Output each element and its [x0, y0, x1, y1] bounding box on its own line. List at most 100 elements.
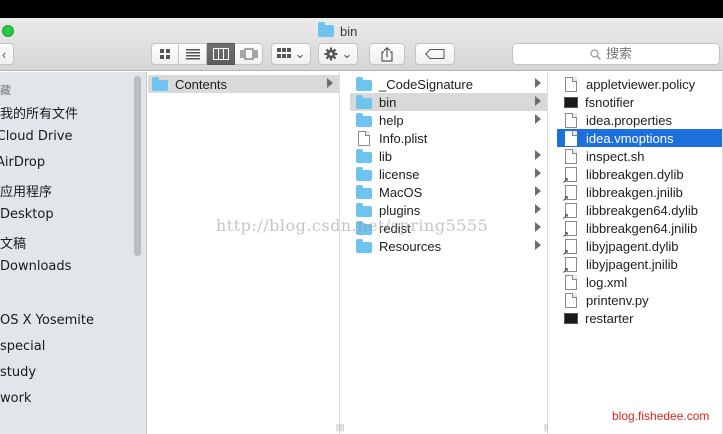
- disclosure-arrow-icon: [535, 240, 541, 250]
- folder-icon: [356, 148, 372, 163]
- list-icon: [185, 49, 200, 60]
- folder-icon: [356, 184, 372, 199]
- folder-icon: [356, 220, 372, 235]
- top-strip: [0, 0, 723, 18]
- file-row[interactable]: printenv.py: [557, 291, 722, 309]
- item-name: lib: [379, 148, 393, 164]
- file-row[interactable]: Info.plist: [350, 129, 547, 147]
- file-row[interactable]: idea.vmoptions: [557, 129, 722, 147]
- back-icon: ‹: [1, 46, 7, 62]
- icon-grid-icon: [160, 49, 170, 59]
- file-row[interactable]: libbreakgen.dylib: [557, 165, 722, 185]
- item-name: plugins: [379, 202, 421, 218]
- document-icon: [565, 130, 577, 146]
- item-name: MacOS: [379, 184, 423, 200]
- back-button[interactable]: ‹: [0, 43, 14, 65]
- document-icon: [565, 76, 577, 92]
- file-row[interactable]: fsnotifier: [557, 93, 722, 111]
- folder-icon: [356, 76, 372, 91]
- disclosure-arrow-icon: [327, 78, 333, 88]
- tag-button[interactable]: [415, 43, 455, 65]
- file-row[interactable]: restarter: [557, 309, 722, 327]
- file-row[interactable]: log.xml: [557, 273, 722, 291]
- gear-icon: [324, 47, 338, 61]
- folder-row[interactable]: help: [350, 111, 547, 129]
- file-row[interactable]: libyjpagent.dylib: [557, 237, 722, 257]
- sidebar-header-favorites: 藏: [0, 84, 11, 97]
- item-name: redist: [379, 220, 411, 236]
- item-name: Info.plist: [379, 130, 428, 146]
- column-view-button[interactable]: [207, 43, 235, 65]
- document-icon: [565, 274, 577, 290]
- folder-row[interactable]: _CodeSignature: [350, 75, 547, 93]
- window-control-dot[interactable]: [2, 25, 14, 37]
- sidebar-item-airdrop[interactable]: AirDrop: [0, 155, 45, 170]
- view-mode-group: [151, 43, 263, 65]
- sidebar-device-work[interactable]: work: [0, 391, 31, 406]
- sidebar-item-documents[interactable]: 文稿: [0, 233, 26, 252]
- file-row[interactable]: libbreakgen64.dylib: [557, 201, 722, 221]
- item-name: inspect.sh: [586, 148, 645, 164]
- sidebar-item-applications[interactable]: 应用程序: [0, 181, 52, 200]
- folder-icon: [356, 94, 372, 109]
- disclosure-arrow-icon: [535, 168, 541, 178]
- sidebar-item-downloads[interactable]: Downloads: [0, 259, 71, 274]
- folder-row[interactable]: redist: [350, 219, 547, 237]
- file-row[interactable]: appletviewer.policy: [557, 75, 722, 93]
- coverflow-icon: [240, 48, 257, 60]
- item-name: idea.vmoptions: [586, 130, 674, 146]
- toolbar: bin ‹ ⌄ ⌄: [0, 18, 723, 71]
- window-title: bin: [318, 22, 357, 40]
- disclosure-arrow-icon: [535, 150, 541, 160]
- alias-document-icon: [562, 202, 577, 221]
- disclosure-arrow-icon: [535, 186, 541, 196]
- folder-row[interactable]: MacOS: [350, 183, 547, 201]
- sidebar-scrollbar[interactable]: [134, 76, 141, 256]
- folder-icon: [356, 202, 372, 217]
- search-field[interactable]: [512, 43, 720, 65]
- window-title-text: bin: [340, 23, 358, 39]
- column-resize-handle[interactable]: ||: [544, 423, 548, 432]
- item-name: log.xml: [586, 274, 628, 290]
- sidebar-item-desktop[interactable]: Desktop: [0, 207, 54, 222]
- chevron-down-icon: ⌄: [341, 46, 353, 61]
- column-3: appletviewer.policy fsnotifier idea.proper…: [557, 72, 723, 434]
- folder-row[interactable]: Contents: [148, 75, 339, 93]
- document-icon: [565, 292, 577, 308]
- alias-document-icon: [562, 184, 577, 203]
- share-icon: [381, 46, 393, 62]
- icon-view-button[interactable]: [151, 43, 179, 65]
- item-name: libbreakgen.dylib: [586, 166, 684, 182]
- arrange-button[interactable]: ⌄: [271, 43, 311, 65]
- folder-row[interactable]: license: [350, 165, 547, 183]
- item-name: appletviewer.policy: [586, 76, 696, 92]
- folder-icon: [356, 112, 372, 127]
- folder-row[interactable]: plugins: [350, 201, 547, 219]
- search-input[interactable]: [606, 46, 642, 62]
- sidebar-device-yosemite[interactable]: OS X Yosemite: [0, 313, 94, 328]
- action-button[interactable]: ⌄: [318, 43, 358, 65]
- file-row[interactable]: libyjpagent.jnilib: [557, 255, 722, 275]
- file-row[interactable]: libbreakgen.jnilib: [557, 183, 722, 203]
- coverflow-view-button[interactable]: [235, 43, 263, 65]
- item-name: fsnotifier: [585, 94, 635, 110]
- sidebar-device-study[interactable]: study: [0, 365, 36, 380]
- file-row[interactable]: libbreakgen64.jnilib: [557, 219, 722, 239]
- sidebar: 藏 我的所有文件 iCloud Drive AirDrop 应用程序 Deskt…: [0, 72, 147, 434]
- item-name: libyjpagent.dylib: [586, 238, 679, 254]
- folder-row[interactable]: lib: [350, 147, 547, 165]
- folder-row[interactable]: bin: [350, 93, 547, 111]
- share-button[interactable]: [369, 43, 405, 65]
- item-name: Contents: [175, 76, 228, 92]
- item-name: license: [379, 166, 420, 182]
- item-name: bin: [379, 94, 397, 110]
- folder-row[interactable]: Resources: [350, 237, 547, 255]
- list-view-button[interactable]: [179, 43, 207, 65]
- item-name: printenv.py: [586, 292, 649, 308]
- sidebar-item-all-files[interactable]: 我的所有文件: [0, 103, 78, 122]
- sidebar-device-special[interactable]: special: [0, 339, 45, 354]
- sidebar-item-icloud[interactable]: iCloud Drive: [0, 129, 73, 144]
- file-row[interactable]: inspect.sh: [557, 147, 722, 165]
- column-resize-handle[interactable]: ||: [340, 423, 344, 432]
- file-row[interactable]: idea.properties: [557, 111, 722, 129]
